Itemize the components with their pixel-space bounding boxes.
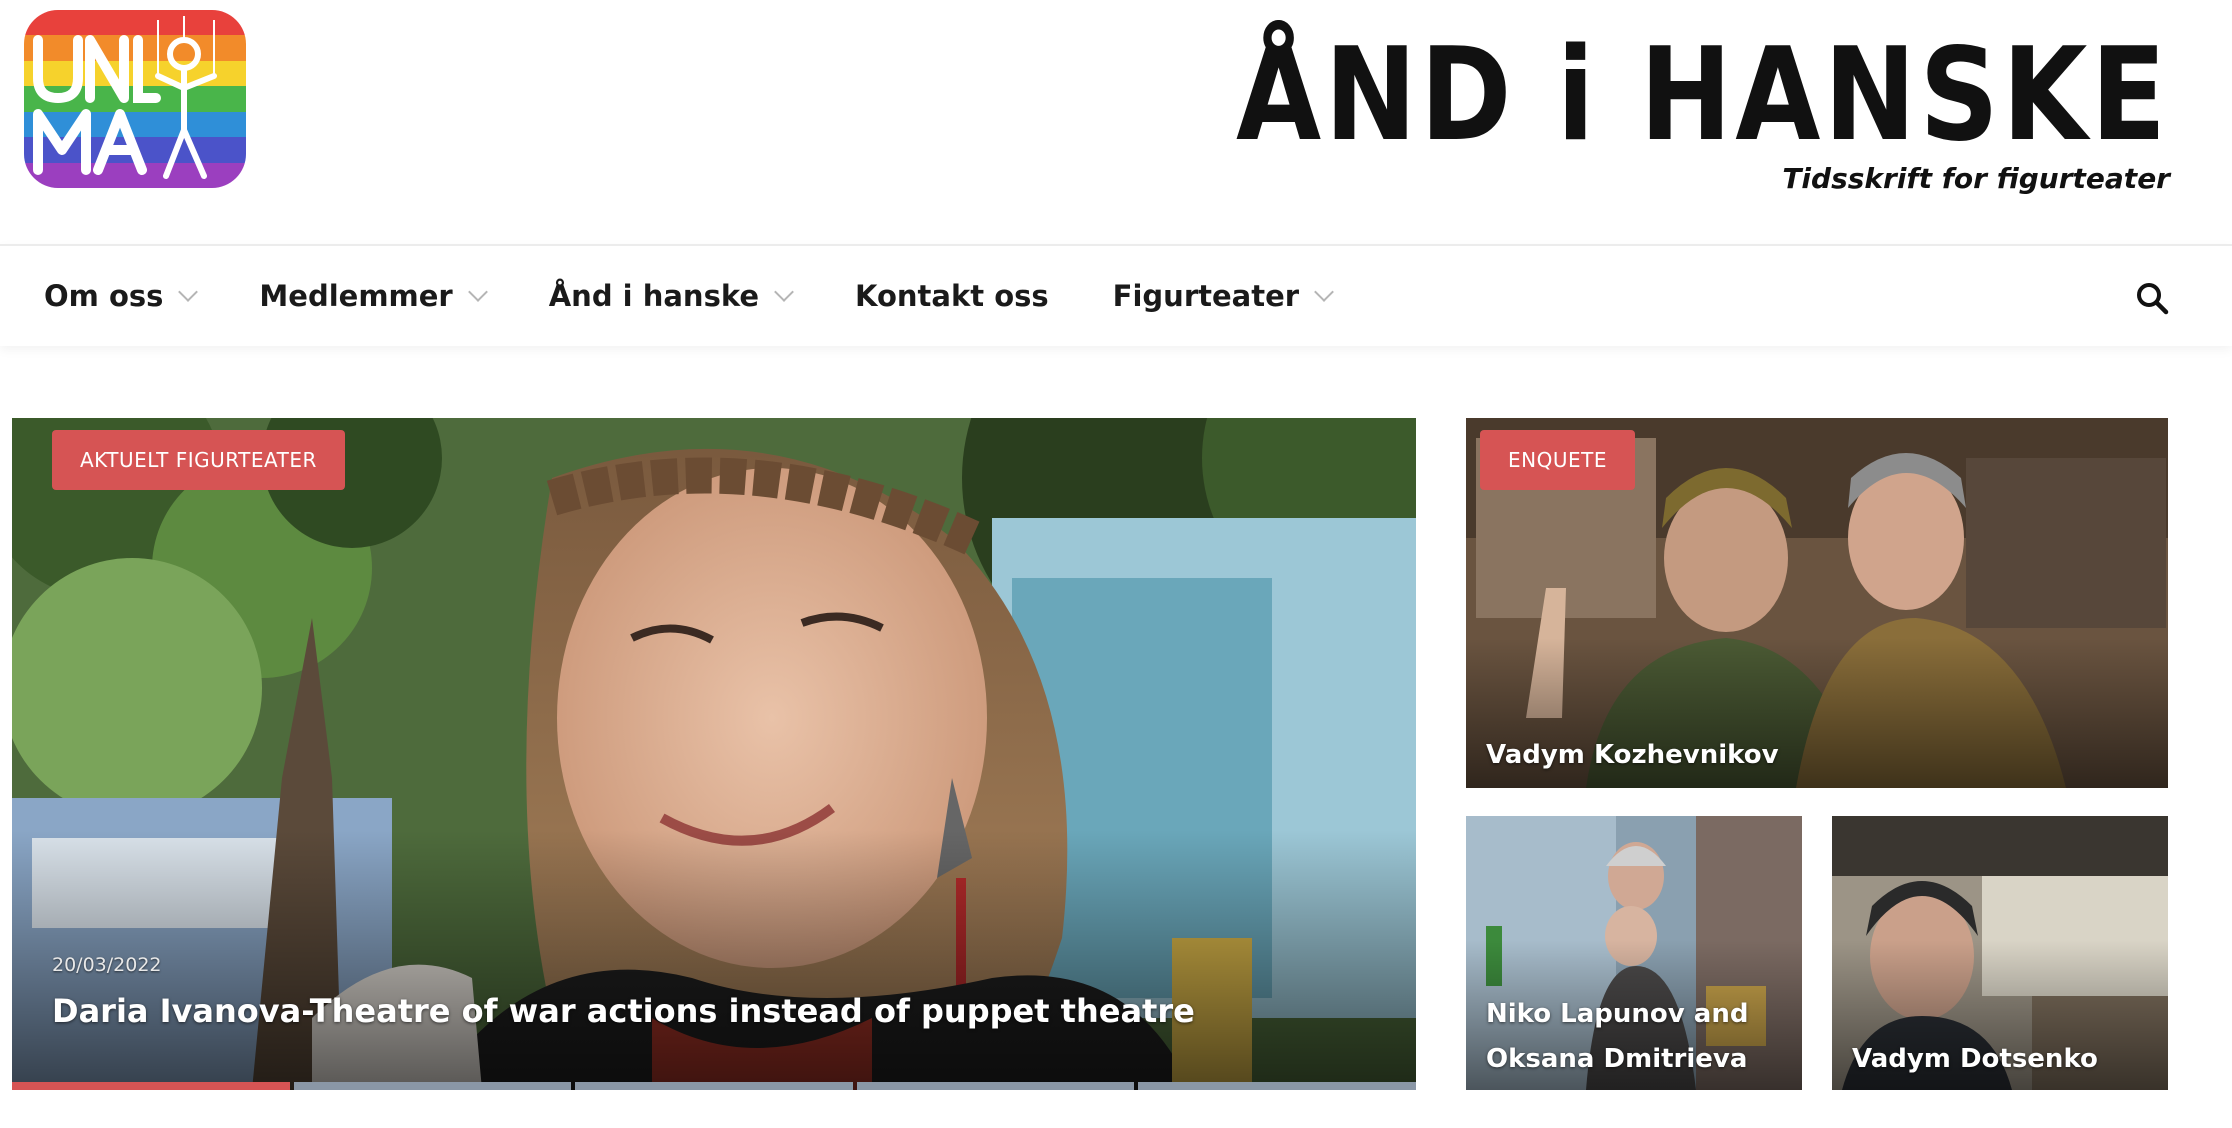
chevron-down-icon [178, 282, 199, 302]
unima-logo-artwork [33, 16, 217, 179]
nav-item-kontakt-oss[interactable]: Kontakt oss [855, 279, 1049, 313]
nav-list: Om oss Medlemmer Ånd i hanske Kontakt os… [44, 246, 1395, 346]
nav-item-label: Figurteater [1112, 279, 1300, 313]
brand-title: ÅND i HANSKE [1236, 21, 2170, 170]
nav-item-om-oss[interactable]: Om oss [44, 279, 199, 313]
slider-dot-2[interactable] [293, 1082, 572, 1090]
post-card-title[interactable]: Vadym Dotsenko [1852, 1037, 2098, 1082]
unima-logo[interactable] [24, 10, 246, 188]
nav-item-and-i-hanske[interactable]: Ånd i hanske [548, 279, 794, 313]
slider-dot-5[interactable] [1138, 1082, 1416, 1090]
hero-slide[interactable]: AKTUELT FIGURTEATER 20/03/2022 Daria Iva… [12, 418, 1416, 1090]
nav-item-label: Medlemmer [259, 279, 453, 313]
hero-title[interactable]: Daria Ivanova-Theatre of war actions ins… [52, 992, 1195, 1030]
nav-item-label: Kontakt oss [855, 279, 1049, 313]
slider-pagination [12, 1082, 1416, 1090]
slider-dot-3[interactable] [575, 1082, 853, 1090]
search-icon [2137, 283, 2169, 315]
category-badge[interactable]: AKTUELT FIGURTEATER [52, 430, 345, 490]
slider-dot-4[interactable] [856, 1082, 1135, 1090]
main-nav: Om oss Medlemmer Ånd i hanske Kontakt os… [0, 244, 2232, 346]
nav-item-figurteater[interactable]: Figurteater [1112, 279, 1334, 313]
brand-subtitle: Tidsskrift for figurteater [1782, 162, 2170, 195]
hero-gradient [12, 830, 1416, 1090]
post-card-title[interactable]: Vadym Kozhevnikov [1486, 733, 1779, 778]
nav-item-medlemmer[interactable]: Medlemmer [259, 279, 488, 313]
post-card-title[interactable]: Niko Lapunov and Oksana Dmitrieva [1486, 992, 1786, 1082]
nav-item-label: Ånd i hanske [548, 279, 760, 313]
site-header: ÅND i HANSKE Tidsskrift for figurteater [0, 0, 2232, 244]
category-badge[interactable]: ENQUETE [1480, 430, 1635, 490]
chevron-down-icon [467, 282, 488, 302]
post-date: 20/03/2022 [52, 954, 162, 976]
chevron-down-icon [774, 282, 794, 302]
slider-dot-1[interactable] [12, 1082, 290, 1090]
chevron-down-icon [1314, 282, 1334, 302]
post-card[interactable]: Vadym Dotsenko [1832, 816, 2168, 1090]
magazine-brand[interactable]: ÅND i HANSKE Tidsskrift for figurteater [1236, 20, 2170, 200]
post-card[interactable]: ENQUETE Vadym Kozhevnikov [1466, 418, 2168, 788]
search-button[interactable] [2134, 280, 2170, 316]
post-card[interactable]: Niko Lapunov and Oksana Dmitrieva [1466, 816, 1802, 1090]
nav-item-label: Om oss [44, 279, 164, 313]
